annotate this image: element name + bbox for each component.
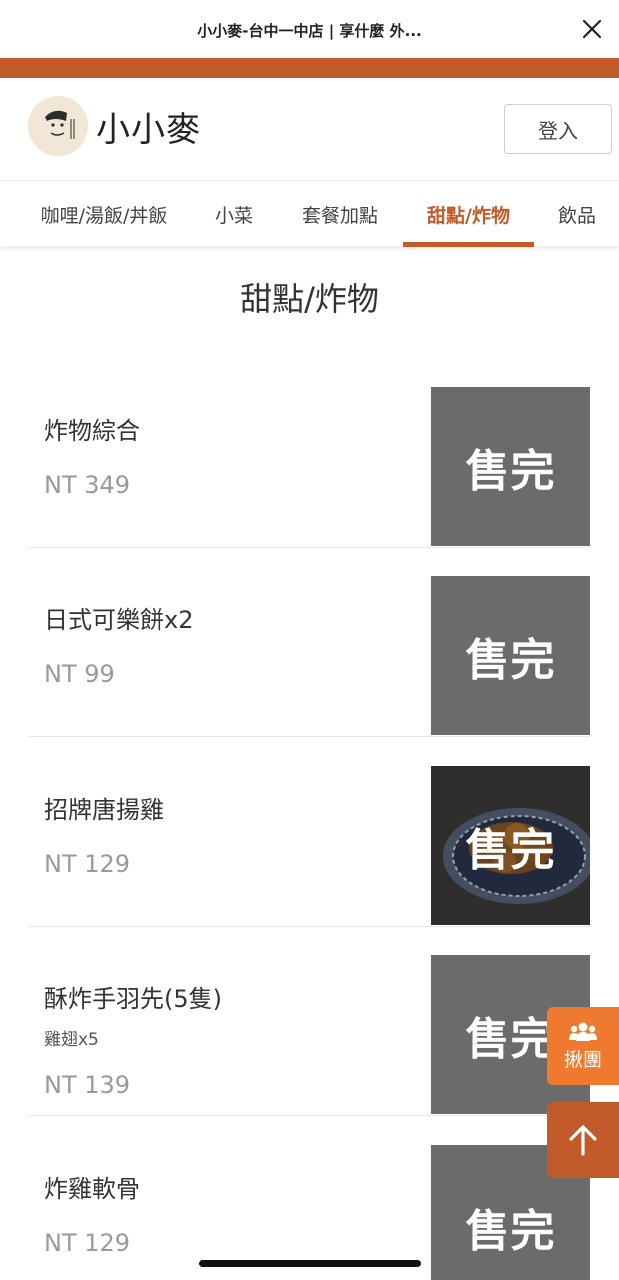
soldout-label: 售完 (465, 1205, 556, 1257)
tab-side-dishes[interactable]: 小菜 (200, 181, 268, 247)
item-thumbnail[interactable]: 售完 (431, 576, 590, 735)
soldout-label: 售完 (465, 634, 556, 686)
item-price: NT 99 (44, 660, 115, 688)
item-price: NT 129 (44, 1229, 131, 1257)
item-thumbnail[interactable]: 售完 (431, 387, 590, 546)
tab-label: 小菜 (214, 204, 253, 227)
item-name: 招牌唐揚雞 (44, 796, 164, 824)
home-indicator (199, 1260, 421, 1267)
group-order-label: 揪團 (563, 1048, 602, 1071)
tab-label: 飲品 (557, 204, 596, 227)
soldout-label: 售完 (465, 445, 556, 497)
divider (28, 1115, 590, 1116)
accent-stripe (0, 58, 619, 78)
tab-curry-rice[interactable]: 咖哩/湯飯/丼飯 (22, 181, 186, 247)
tab-label: 咖哩/湯飯/丼飯 (40, 204, 168, 227)
tab-drinks[interactable]: 飲品 (546, 181, 608, 247)
item-price: NT 349 (44, 471, 131, 499)
close-icon[interactable] (581, 18, 603, 40)
divider (28, 736, 590, 737)
item-name: 日式可樂餅x2 (44, 606, 194, 634)
item-name: 炸物綜合 (44, 417, 140, 445)
item-description: 雞翅x5 (44, 1030, 99, 1050)
soldout-label: 售完 (465, 1013, 556, 1065)
page-title: 小小麥-台中一中店 | 享什麼 外... (197, 22, 422, 40)
arrow-up-icon (569, 1125, 597, 1156)
section-title: 甜點/炸物 (240, 280, 379, 318)
item-price: NT 139 (44, 1071, 131, 1099)
category-tabs: 咖哩/湯飯/丼飯 小菜 套餐加點 甜點/炸物 飲品 (0, 180, 619, 247)
login-button[interactable]: 登入 (504, 104, 612, 154)
menu-item[interactable]: 招牌唐揚雞 NT 129 售完 (28, 766, 590, 927)
site-header: 小小麥 登入 (0, 78, 619, 180)
soldout-label: 售完 (465, 824, 556, 876)
active-tab-indicator (403, 242, 534, 247)
item-name: 炸雞軟骨 (44, 1175, 140, 1203)
item-price: NT 129 (44, 850, 131, 878)
shop-name[interactable]: 小小麥 (96, 102, 201, 151)
menu-item[interactable]: 酥炸手羽先(5隻) 雞翅x5 NT 139 售完 (28, 955, 590, 1116)
group-order-button[interactable]: 揪團 (547, 1007, 619, 1085)
divider (28, 547, 590, 548)
people-icon (569, 1022, 597, 1041)
tab-label: 套餐加點 (301, 204, 378, 227)
divider (28, 926, 590, 927)
menu-item[interactable]: 炸物綜合 NT 349 售完 (28, 387, 590, 548)
browser-top-bar: 小小麥-台中一中店 | 享什麼 外... (0, 0, 619, 58)
menu-item[interactable]: 日式可樂餅x2 NT 99 售完 (28, 576, 590, 737)
shop-logo[interactable] (28, 96, 88, 156)
tab-label: 甜點/炸物 (427, 204, 510, 227)
chef-face-icon (35, 103, 81, 149)
item-name: 酥炸手羽先(5隻) (44, 985, 222, 1013)
back-to-top-button[interactable] (547, 1102, 619, 1178)
tab-desserts-fried[interactable]: 甜點/炸物 (403, 181, 534, 247)
item-photo[interactable]: 售完 (431, 766, 590, 925)
tab-set-addons[interactable]: 套餐加點 (284, 181, 396, 247)
